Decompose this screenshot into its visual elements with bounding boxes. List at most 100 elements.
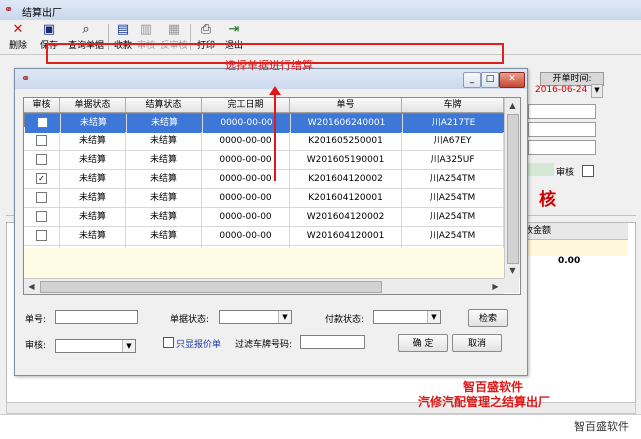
table-cell[interactable]: 川A254TM (402, 170, 504, 189)
approve-cell: ✓ (24, 170, 60, 189)
background-strip (528, 163, 554, 176)
annotation-arrow-line (274, 93, 276, 181)
date-select[interactable]: 2016-06-24 ▼ (535, 84, 603, 98)
table-row[interactable]: 未结算 未结算 0000-00-00 W201605190001 川A325UF (24, 151, 504, 170)
chevron-down-icon[interactable]: ▼ (122, 340, 135, 352)
toolbar-icon: ⎙ (200, 22, 212, 37)
minimize-button[interactable]: _ (463, 72, 481, 88)
table-cell[interactable]: 0000-00-00 (203, 114, 291, 133)
select-document-dialog: ⚭ _ □ ✕ 审核 单据状态 结算状态 完工日期 单号 车牌 未结算 未结算 0000-00… (14, 68, 528, 376)
table-cell[interactable]: 川A67EY (402, 132, 504, 151)
scroll-right-icon[interactable]: ▶ (489, 280, 502, 293)
maximize-button[interactable]: □ (481, 72, 499, 88)
table-cell[interactable]: 0000-00-00 (202, 189, 290, 208)
column-header[interactable]: 车牌 (402, 98, 504, 112)
row-approve-checkbox[interactable] (36, 135, 47, 146)
approve-label: 审核 (556, 168, 575, 178)
horizontal-scrollbar[interactable]: ◀ ▶ (24, 278, 504, 294)
chevron-down-icon[interactable]: ▼ (427, 311, 440, 323)
approve-select[interactable]: ▼ (55, 339, 136, 353)
column-header[interactable]: 结算状态 (126, 98, 202, 112)
table-cell[interactable]: 0000-00-00 (202, 208, 290, 227)
table-cell[interactable]: 未结算 (60, 170, 126, 189)
bill-status-select[interactable]: ▼ (219, 310, 292, 324)
number-input[interactable] (55, 310, 138, 324)
background-field[interactable] (528, 122, 596, 137)
vertical-scroll-thumb[interactable] (507, 114, 519, 264)
table-cell[interactable]: 0000-00-00 (202, 227, 290, 246)
document-grid: 审核 单据状态 结算状态 完工日期 单号 车牌 未结算 未结算 0000-00-00 W2016… (23, 97, 521, 295)
table-cell[interactable]: 0000-00-00 (202, 170, 290, 189)
row-approve-checkbox[interactable]: ✓ (36, 173, 47, 184)
approve-cell (24, 227, 60, 246)
table-cell[interactable]: 川A217TE (403, 114, 505, 133)
payment-status-select[interactable]: ▼ (373, 310, 441, 324)
table-cell[interactable]: 未结算 (126, 208, 202, 227)
table-cell[interactable]: K201605250001 (290, 132, 402, 151)
window-title: 结算出厂 (22, 8, 62, 19)
close-button[interactable]: ✕ (499, 72, 525, 88)
table-cell[interactable]: 未结算 (60, 208, 126, 227)
table-cell[interactable]: 未结算 (126, 132, 202, 151)
column-header[interactable]: 审核 (24, 98, 60, 112)
table-cell[interactable]: 未结算 (126, 151, 202, 170)
cancel-button[interactable]: 取消 (452, 334, 502, 352)
horizontal-scroll-thumb[interactable] (40, 281, 382, 293)
table-cell[interactable]: 川A254TM (402, 227, 504, 246)
table-cell[interactable]: 未结算 (127, 114, 203, 133)
table-cell[interactable]: W201604120001 (290, 227, 402, 246)
scroll-left-icon[interactable]: ◀ (25, 280, 38, 293)
scroll-corner (504, 278, 519, 293)
table-cell[interactable]: 0000-00-00 (202, 151, 290, 170)
row-approve-checkbox[interactable] (36, 230, 47, 241)
annotation-subtitle: 汽修汽配管理之结算出厂 (418, 395, 551, 409)
table-cell[interactable]: 川A325UF (402, 151, 504, 170)
approve-checkbox[interactable] (582, 165, 594, 177)
row-approve-checkbox[interactable] (36, 192, 47, 203)
table-cell[interactable]: W201605190001 (290, 151, 402, 170)
table-cell[interactable]: 未结算 (61, 114, 127, 133)
table-cell[interactable]: 川A254TM (402, 208, 504, 227)
toolbar-button[interactable]: ✕ 删除 (4, 22, 32, 52)
table-cell[interactable]: 川A254TM (402, 189, 504, 208)
table-row[interactable]: 未结算 未结算 0000-00-00 W201604120001 川A254TM (24, 227, 504, 246)
table-cell[interactable]: W201604120002 (290, 208, 402, 227)
table-cell[interactable]: 0000-00-00 (202, 132, 290, 151)
row-approve-checkbox[interactable] (37, 117, 48, 128)
table-cell[interactable]: 未结算 (60, 189, 126, 208)
table-row[interactable]: 未结算 未结算 0000-00-00 K201605250001 川A67EY (24, 132, 504, 151)
table-row[interactable]: ✓ 未结算 未结算 0000-00-00 K201604120002 川A254TM (24, 170, 504, 189)
vertical-scrollbar[interactable]: ▲ ▼ (504, 98, 520, 278)
column-header[interactable]: 单号 (290, 98, 402, 112)
column-header[interactable]: 完工日期 (202, 98, 290, 112)
background-field[interactable] (528, 140, 596, 155)
search-button[interactable]: 检索 (468, 309, 508, 327)
plate-filter-input[interactable] (300, 335, 365, 349)
approve-cell (24, 132, 60, 151)
only-quote-checkbox[interactable] (163, 337, 174, 348)
table-row[interactable]: 未结算 未结算 0000-00-00 W201606240001 川A217TE (24, 113, 505, 133)
approve-label: 审核: (25, 341, 47, 351)
table-cell[interactable]: 未结算 (60, 151, 126, 170)
table-cell[interactable]: 未结算 (126, 227, 202, 246)
ok-button[interactable]: 确 定 (398, 334, 448, 352)
minimize-icon: _ (469, 74, 475, 84)
column-header[interactable]: 单据状态 (60, 98, 126, 112)
table-cell[interactable]: K201604120001 (290, 189, 402, 208)
scroll-down-icon[interactable]: ▼ (506, 264, 519, 277)
table-cell[interactable]: 未结算 (60, 227, 126, 246)
background-field[interactable] (528, 104, 596, 119)
approve-cell (24, 189, 60, 208)
table-row[interactable]: 未结算 未结算 0000-00-00 W201604120002 川A254TM (24, 208, 504, 227)
scroll-up-icon[interactable]: ▲ (506, 99, 519, 112)
row-approve-checkbox[interactable] (36, 154, 47, 165)
table-cell[interactable]: K201604120002 (290, 170, 402, 189)
row-approve-checkbox[interactable] (36, 211, 47, 222)
chevron-down-icon[interactable]: ▼ (278, 311, 291, 323)
table-cell[interactable]: W201606240001 (291, 114, 403, 133)
table-cell[interactable]: 未结算 (60, 132, 126, 151)
chevron-down-icon[interactable]: ▼ (591, 84, 603, 98)
table-row[interactable]: 未结算 未结算 0000-00-00 K201604120001 川A254TM (24, 189, 504, 208)
table-cell[interactable]: 未结算 (126, 170, 202, 189)
table-cell[interactable]: 未结算 (126, 189, 202, 208)
